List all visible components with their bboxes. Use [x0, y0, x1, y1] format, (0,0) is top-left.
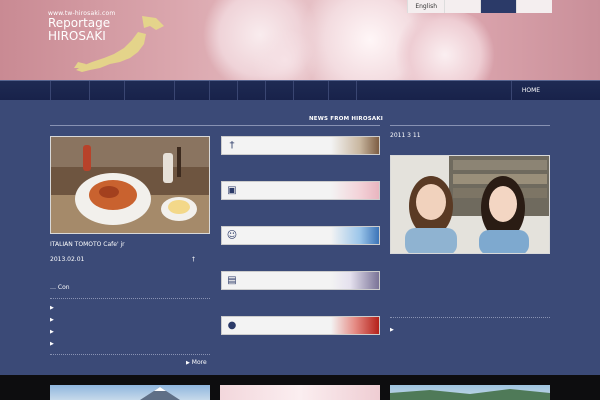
right-divider — [390, 317, 550, 318]
nav-item[interactable] — [329, 81, 357, 100]
triangle-right-icon: ▶ — [186, 360, 190, 366]
nav-item[interactable] — [50, 81, 90, 100]
lang-english[interactable]: English — [407, 0, 444, 13]
body-line-4 — [390, 296, 550, 305]
category-caption[interactable] — [221, 296, 380, 305]
right-link[interactable]: ▶ — [390, 325, 550, 334]
nav-home[interactable]: HOME — [511, 81, 550, 100]
article-excerpt-line2: … Con — [50, 284, 70, 291]
reporters-photo — [390, 155, 550, 254]
list-item[interactable] — [50, 314, 210, 326]
thumbnail-landscape[interactable] — [390, 385, 550, 400]
article-date: 2013.02.01 — [50, 256, 85, 263]
lang-traditional-chinese[interactable] — [480, 0, 516, 13]
category-caption[interactable] — [221, 161, 380, 170]
nav-item[interactable] — [266, 81, 294, 100]
left-section-divider — [50, 125, 380, 126]
site-header: www.tw-hirosaki.com Reportage HIROSAKI E… — [0, 0, 600, 80]
list-item[interactable] — [50, 302, 210, 314]
body-line-3 — [390, 287, 550, 296]
fork-knife-icon: † — [229, 140, 235, 151]
site-name-line2: HIROSAKI — [48, 29, 106, 43]
category-5[interactable]: ● — [221, 316, 380, 335]
news-from-hirosaki: NEWS FROM HIROSAKI — [309, 116, 384, 122]
camera-icon: ▣ — [227, 185, 237, 196]
nav-item[interactable] — [125, 81, 175, 100]
site-subtitle — [48, 44, 115, 51]
list-item[interactable] — [50, 338, 210, 350]
category-image — [331, 182, 379, 199]
category-4[interactable]: ▤ — [221, 271, 380, 290]
category-image — [331, 272, 379, 289]
category-caption[interactable] — [221, 341, 380, 350]
thumbnail-mountain[interactable] — [50, 385, 210, 400]
list-item[interactable] — [50, 326, 210, 338]
intro-text-line2 — [390, 140, 550, 149]
nav-item[interactable] — [238, 81, 266, 100]
nav-item[interactable] — [175, 81, 210, 100]
triangle-right-icon: ▶ — [390, 327, 394, 333]
article-excerpt-line1 — [50, 274, 210, 283]
article-photo[interactable] — [50, 136, 210, 234]
photo-caption — [390, 260, 550, 269]
excerpt-divider — [50, 298, 210, 299]
lang-simplified-chinese[interactable] — [444, 0, 480, 13]
nav-item[interactable] — [294, 81, 329, 100]
smiley-icon: ☺ — [226, 230, 238, 241]
right-section-divider — [390, 125, 550, 126]
category-image — [331, 227, 379, 244]
nav-items — [50, 81, 357, 100]
bag-icon: ▤ — [227, 275, 237, 286]
more-link[interactable]: ▶ More — [186, 358, 207, 368]
main-nav: HOME — [0, 80, 600, 100]
category-3[interactable]: ☺ — [221, 226, 380, 245]
body-line-2 — [390, 278, 550, 287]
body-line-1 — [390, 269, 550, 278]
language-switcher: English — [407, 0, 552, 13]
category-image — [331, 137, 379, 154]
article-tag[interactable]: † — [192, 255, 195, 264]
category-2[interactable]: ▣ — [221, 181, 380, 200]
thumbnail-blossom[interactable] — [220, 385, 380, 400]
intro-text-line1: 2011 3 11 — [390, 132, 421, 139]
nav-item[interactable] — [210, 81, 238, 100]
nav-item[interactable] — [90, 81, 125, 100]
fork-knife-icon: † — [192, 256, 195, 263]
site-logo[interactable]: www.tw-hirosaki.com Reportage HIROSAKI — [48, 10, 115, 51]
article-title[interactable]: ITALIAN TOMOTO Cafe' jr — [50, 240, 210, 249]
apple-icon: ● — [227, 320, 237, 331]
article-list — [50, 302, 210, 350]
category-caption[interactable] — [221, 206, 380, 215]
lang-korean[interactable] — [516, 0, 552, 13]
category-image — [331, 317, 379, 334]
category-caption[interactable] — [221, 251, 380, 260]
category-1[interactable]: † — [221, 136, 380, 155]
list-divider — [50, 354, 210, 355]
